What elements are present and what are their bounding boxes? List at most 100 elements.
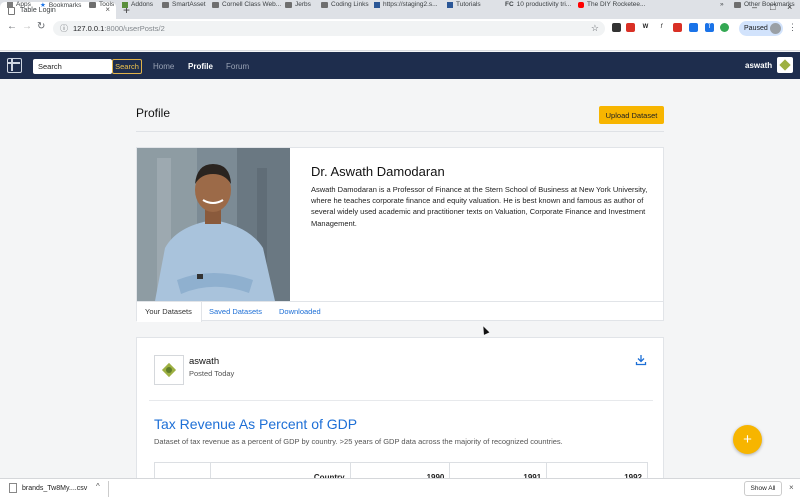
- bookmarks-overflow-chevron[interactable]: »: [720, 1, 724, 8]
- profile-avatar-icon: [770, 23, 781, 34]
- t-extension-icon[interactable]: T: [705, 23, 714, 32]
- folder-icon: [734, 1, 741, 8]
- fc-icon: FC: [505, 1, 514, 8]
- nav-username[interactable]: aswath: [745, 61, 772, 70]
- bookmark-smartasset[interactable]: SmartAsset: [162, 1, 206, 8]
- nav-link-home[interactable]: Home: [153, 62, 174, 71]
- download-filename: brands_Tw8My....csv: [22, 484, 88, 492]
- avatar-logo-icon: [779, 59, 791, 71]
- bookmark-label: Addons: [131, 1, 154, 8]
- profile-tabs: Your Datasets Saved Datasets Downloaded: [137, 301, 663, 322]
- bookmark-label: Jerbs: [295, 1, 311, 8]
- star-icon: ★: [40, 2, 46, 9]
- apps-grid-icon: [7, 1, 13, 8]
- w-extension-icon[interactable]: W: [641, 23, 650, 32]
- bookmark-cornell[interactable]: Cornell Class Web...: [212, 1, 281, 8]
- dataset-description: Dataset of tax revenue as a percent of G…: [154, 437, 563, 446]
- url-host: 127.0.0.1: [73, 24, 105, 33]
- bookmark-label: The DIY Rocketee...: [587, 1, 646, 8]
- download-icon[interactable]: [635, 354, 647, 366]
- page-title: Profile: [136, 106, 171, 120]
- bookmark-bookmarks[interactable]: ★ Bookmarks: [40, 1, 82, 10]
- formula-extension-icon[interactable]: f: [657, 23, 666, 32]
- blue-extension-icon[interactable]: [689, 23, 698, 32]
- back-arrow-icon[interactable]: ←: [7, 21, 17, 32]
- app-logo-icon[interactable]: [7, 58, 22, 73]
- bookmark-apps[interactable]: Apps: [7, 1, 31, 8]
- bookmark-label: Coding Links: [331, 1, 369, 8]
- forward-arrow-icon[interactable]: →: [22, 21, 32, 32]
- folder-icon: [321, 1, 328, 8]
- profile-paused-button[interactable]: Paused: [739, 21, 783, 36]
- close-shelf-icon[interactable]: ×: [789, 483, 794, 492]
- dataset-user-avatar[interactable]: [154, 355, 184, 385]
- bookmark-label: https://staging2.s...: [383, 1, 438, 8]
- divider: [136, 131, 664, 132]
- bookmark-staging[interactable]: https://staging2.s...: [374, 1, 438, 8]
- bookmark-coding-links[interactable]: Coding Links: [321, 1, 369, 8]
- folder-icon: [285, 1, 292, 8]
- url-path: :8000/userPosts/2: [104, 24, 165, 33]
- dataset-title[interactable]: Tax Revenue As Percent of GDP: [154, 416, 357, 432]
- bookmark-label: Tools: [99, 1, 115, 8]
- chrome-menu-icon[interactable]: ⋮: [788, 22, 797, 33]
- folder-icon: [162, 1, 169, 8]
- dataset-posted-date: Posted Today: [189, 369, 235, 378]
- bookmark-label: Cornell Class Web...: [222, 1, 282, 8]
- bookmark-jerbs[interactable]: Jerbs: [285, 1, 311, 8]
- nav-link-forum[interactable]: Forum: [226, 62, 249, 71]
- profile-photo: [137, 148, 290, 301]
- mouse-cursor-icon: [480, 325, 490, 335]
- upload-dataset-button[interactable]: Upload Dataset: [599, 106, 664, 124]
- tab-downloaded[interactable]: Downloaded: [271, 302, 329, 322]
- reload-icon[interactable]: ↻: [37, 21, 45, 32]
- bookmark-tools[interactable]: Tools: [89, 1, 114, 8]
- add-fab-button[interactable]: +: [733, 425, 762, 454]
- puzzle-icon: [122, 1, 128, 8]
- chevron-up-icon[interactable]: ^: [96, 482, 100, 491]
- info-icon[interactable]: ⓘ: [60, 23, 68, 34]
- divider: [149, 400, 653, 401]
- green-extension-icon[interactable]: [720, 23, 729, 32]
- record-extension-icon[interactable]: [626, 23, 635, 32]
- pocket-extension-icon[interactable]: [612, 23, 621, 32]
- bookmark-label: Tutorials: [456, 1, 481, 8]
- bookmark-productivity[interactable]: FC 10 productivity tri...: [505, 1, 571, 8]
- bookmarks-bar: [0, 38, 800, 51]
- bookmark-label: Bookmarks: [48, 1, 82, 9]
- dataset-card: aswath Posted Today Tax Revenue As Perce…: [136, 337, 664, 500]
- profile-name: Dr. Aswath Damodaran: [311, 164, 445, 179]
- bookmark-star-icon[interactable]: ☆: [591, 23, 599, 34]
- address-bar[interactable]: ⓘ 127.0.0.1:8000/userPosts/2 ☆: [53, 21, 605, 36]
- red-extension-icon[interactable]: [673, 23, 682, 32]
- tab-saved-datasets[interactable]: Saved Datasets: [201, 302, 270, 322]
- divider: [108, 481, 109, 497]
- search-button[interactable]: Search: [112, 59, 142, 74]
- profile-bio: Aswath Damodaran is a Professor of Finan…: [311, 185, 648, 228]
- site-icon: [374, 1, 380, 8]
- user-avatar[interactable]: [777, 57, 793, 73]
- tab-your-datasets[interactable]: Your Datasets: [137, 302, 202, 322]
- bookmark-label: SmartAsset: [172, 1, 206, 8]
- folder-icon: [212, 1, 219, 8]
- other-bookmarks[interactable]: Other Bookmarks: [734, 1, 795, 8]
- file-icon: [9, 483, 17, 493]
- avatar-logo-icon: [161, 362, 177, 378]
- site-icon: [447, 1, 453, 8]
- profile-status: Paused: [744, 25, 768, 32]
- bookmark-label: Other Bookmarks: [744, 1, 795, 8]
- show-all-button[interactable]: Show All: [744, 481, 782, 496]
- download-item[interactable]: brands_Tw8My....csv: [9, 483, 87, 493]
- dataset-username[interactable]: aswath: [189, 356, 219, 367]
- bookmark-tutorials[interactable]: Tutorials: [447, 1, 481, 8]
- bookmark-label: 10 productivity tri...: [516, 1, 572, 8]
- download-shelf: [0, 478, 800, 500]
- profile-card: Dr. Aswath Damodaran Aswath Damodaran is…: [136, 147, 664, 322]
- search-input[interactable]: [33, 59, 112, 74]
- bookmark-diy-rocketeer[interactable]: The DIY Rocketee...: [578, 1, 645, 8]
- bookmark-label: Apps: [16, 1, 31, 8]
- folder-icon: [89, 1, 96, 8]
- nav-link-profile[interactable]: Profile: [188, 62, 213, 71]
- youtube-icon: [578, 1, 584, 8]
- bookmark-addons[interactable]: Addons: [122, 1, 153, 8]
